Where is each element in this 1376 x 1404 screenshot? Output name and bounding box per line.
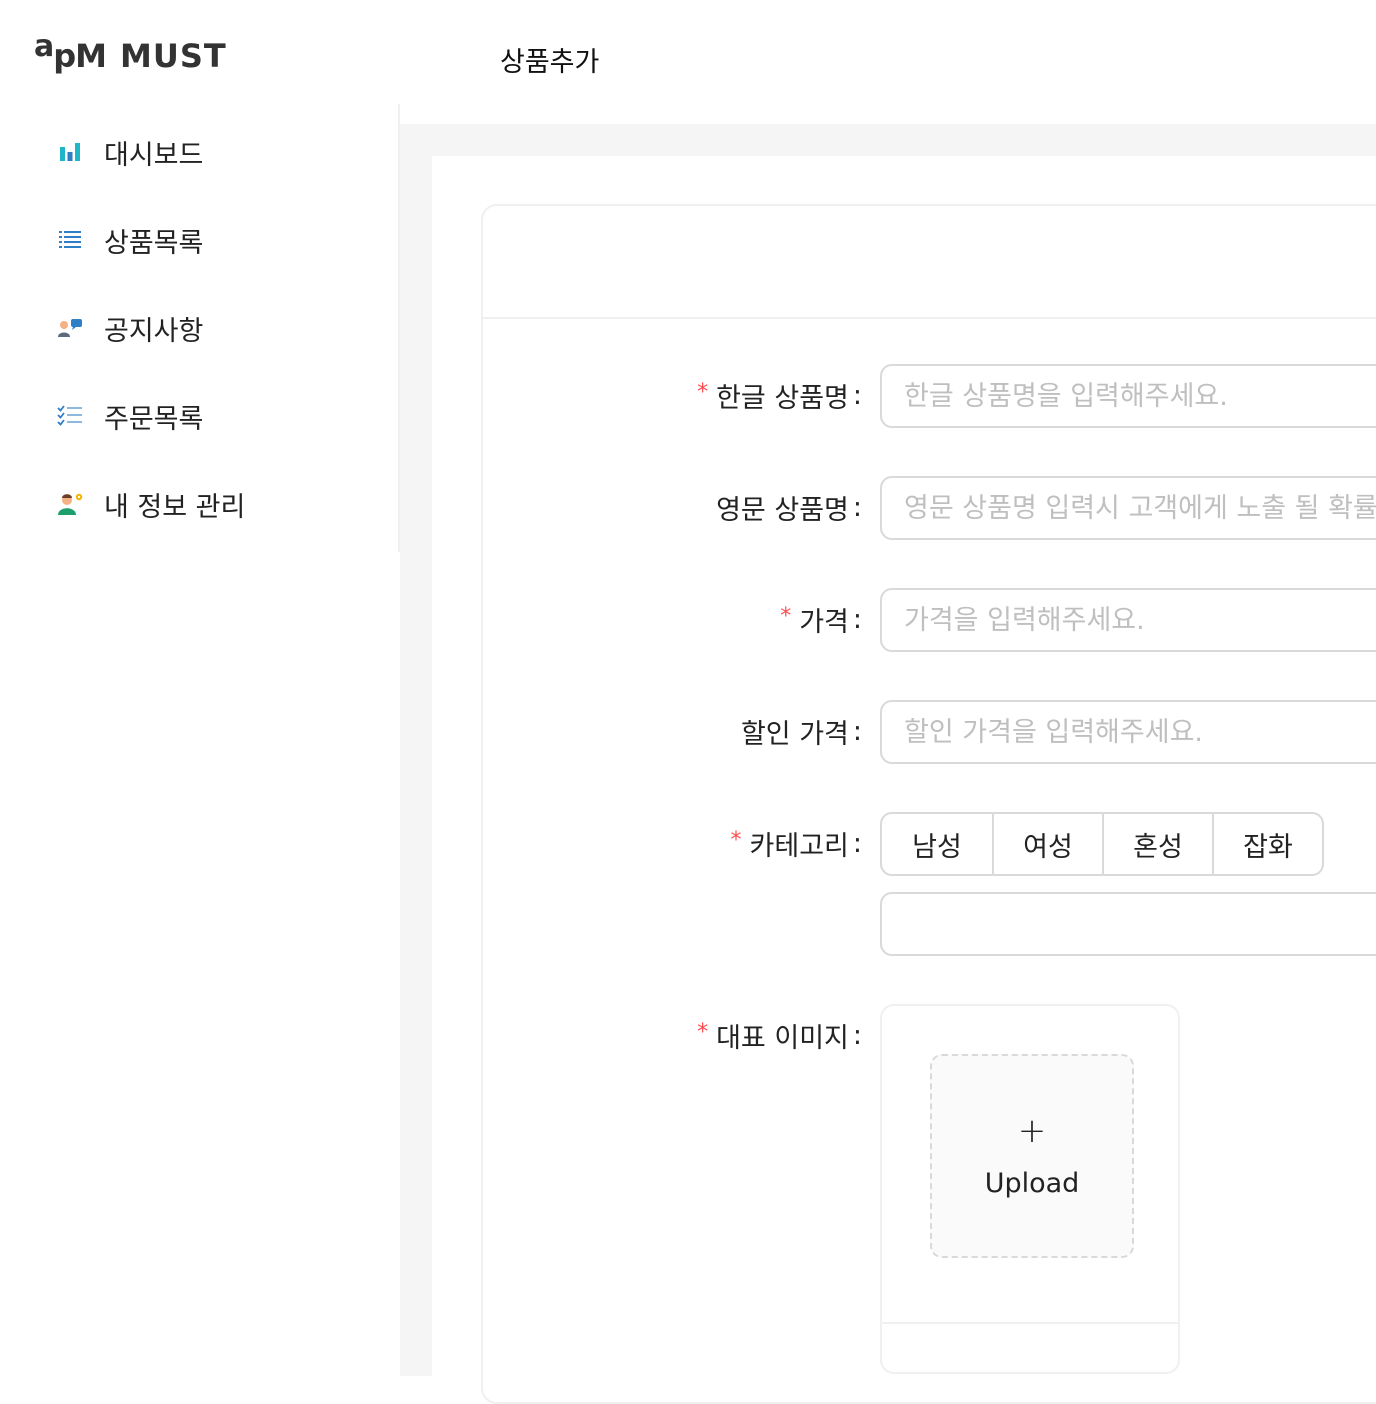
logo-a: a bbox=[34, 29, 54, 64]
required-mark: * bbox=[697, 1020, 709, 1045]
logo-must: MUST bbox=[120, 37, 227, 75]
page-header: 상품추가 bbox=[400, 0, 1376, 124]
category-option-unisex[interactable]: 혼성 bbox=[1102, 814, 1212, 874]
people-chat-icon bbox=[56, 314, 84, 342]
sidebar-item-label: 대시보드 bbox=[104, 139, 204, 171]
main-image-label: * 대표 이미지 : bbox=[697, 1016, 862, 1055]
checklist-icon bbox=[56, 402, 84, 430]
sidebar-item-notices[interactable]: 공지사항 bbox=[0, 284, 398, 372]
sidebar-item-label: 공지사항 bbox=[104, 315, 204, 347]
sidebar-item-label: 주문목록 bbox=[104, 403, 204, 435]
list-icon bbox=[56, 226, 84, 254]
sidebar-item-orders[interactable]: 주문목록 bbox=[0, 372, 398, 460]
discount-price-label-text: 할인 가격 bbox=[740, 719, 849, 750]
sidebar-item-dashboard[interactable]: 대시보드 bbox=[0, 108, 398, 196]
label-colon: : bbox=[852, 716, 862, 747]
bar-chart-icon bbox=[56, 138, 84, 166]
user-settings-icon bbox=[56, 490, 84, 518]
category-detail-input[interactable] bbox=[880, 892, 1376, 956]
app-logo[interactable]: a pM MUST bbox=[34, 28, 227, 75]
korean-name-input[interactable] bbox=[880, 364, 1376, 428]
discount-price-input[interactable] bbox=[880, 700, 1376, 764]
page-title: 상품추가 bbox=[500, 47, 600, 78]
label-colon: : bbox=[852, 492, 862, 523]
english-name-input[interactable] bbox=[880, 476, 1376, 540]
required-mark: * bbox=[780, 604, 792, 629]
upload-card-divider bbox=[882, 1322, 1178, 1324]
card-header-divider bbox=[483, 317, 1376, 319]
price-label: * 가격 : bbox=[780, 600, 862, 639]
sidebar-item-label: 내 정보 관리 bbox=[104, 491, 246, 523]
upload-button[interactable]: + Upload bbox=[930, 1054, 1134, 1258]
korean-name-label-text: 한글 상품명 bbox=[716, 383, 849, 414]
category-option-misc[interactable]: 잡화 bbox=[1212, 814, 1322, 874]
sidebar-item-products[interactable]: 상품목록 bbox=[0, 196, 398, 284]
category-label: * 카테고리 : bbox=[731, 824, 862, 863]
korean-name-label: * 한글 상품명 : bbox=[697, 376, 862, 415]
label-colon: : bbox=[852, 828, 862, 859]
price-input[interactable] bbox=[880, 588, 1376, 652]
label-colon: : bbox=[852, 380, 862, 411]
upload-label: Upload bbox=[984, 1167, 1080, 1199]
label-colon: : bbox=[852, 604, 862, 635]
required-mark: * bbox=[697, 380, 709, 405]
english-name-label: 영문 상품명 : bbox=[716, 488, 862, 527]
plus-icon: + bbox=[1017, 1110, 1047, 1151]
sidebar: a pM MUST 대시보드 상품목록 공지사항 주문목록 내 정보 관리 bbox=[0, 0, 400, 1376]
category-segmented-control: 남성 여성 혼성 잡화 bbox=[880, 812, 1324, 876]
required-mark: * bbox=[730, 828, 742, 853]
discount-price-label: 할인 가격 : bbox=[741, 712, 862, 751]
sidebar-item-my-info[interactable]: 내 정보 관리 bbox=[0, 460, 398, 548]
category-label-text: 카테고리 bbox=[749, 831, 849, 862]
category-option-male[interactable]: 남성 bbox=[882, 814, 992, 874]
logo-pm: pM bbox=[53, 37, 107, 75]
main-image-label-text: 대표 이미지 bbox=[716, 1023, 849, 1054]
category-option-female[interactable]: 여성 bbox=[992, 814, 1102, 874]
price-label-text: 가격 bbox=[799, 607, 849, 638]
english-name-label-text: 영문 상품명 bbox=[716, 495, 849, 526]
label-colon: : bbox=[852, 1020, 862, 1051]
sidebar-item-label: 상품목록 bbox=[104, 227, 204, 259]
